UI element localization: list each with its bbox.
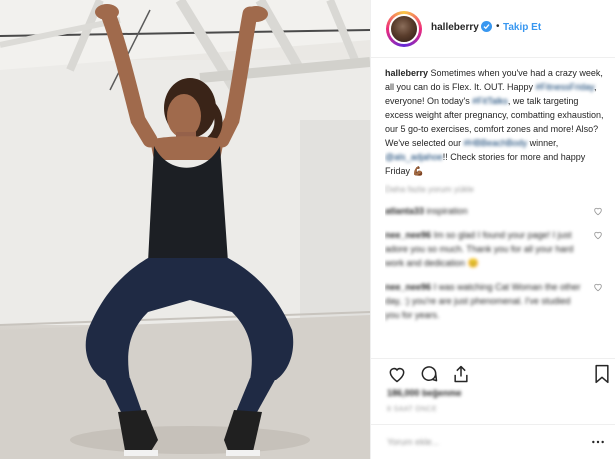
comment-username[interactable]: atlanta33: [385, 206, 424, 216]
caption-username[interactable]: halleberry: [385, 68, 428, 78]
comment-icon[interactable]: [419, 364, 439, 384]
heart-icon[interactable]: [387, 364, 407, 384]
comment-text: inspiration: [426, 206, 468, 216]
comment-item: nee_nee96 Im so glad I found your page! …: [385, 228, 607, 270]
header-separator: •: [496, 21, 500, 32]
follow-button[interactable]: Takip Et: [503, 22, 541, 33]
comment-username[interactable]: nee_nee96: [385, 230, 431, 240]
post-photo[interactable]: [0, 0, 370, 459]
caption-hashtag-fittalks[interactable]: #FitTalks: [472, 96, 508, 106]
comment-username[interactable]: nee_nee96: [385, 282, 431, 292]
caption-mention[interactable]: @als_adjahoe: [385, 152, 443, 162]
likes-count[interactable]: 186,000 beğenme: [387, 388, 462, 398]
post-header: halleberry • Takip Et: [371, 0, 615, 58]
bookmark-icon[interactable]: [593, 364, 611, 384]
caption-hashtag-hbbeachbody[interactable]: #HBBeachBody: [464, 138, 528, 148]
comment-like-heart-icon[interactable]: [593, 230, 603, 240]
more-icon[interactable]: [590, 434, 606, 450]
post-actions-bar: [371, 358, 615, 386]
comment-emoji: 😊: [467, 258, 479, 268]
post-side-panel: halleberry • Takip Et halleberry Sometim…: [370, 0, 615, 459]
comment-item: nee_nee96 I was watching Cat Woman the o…: [385, 280, 607, 322]
comment-item: atlanta33 inspiration: [385, 204, 607, 218]
photo-illustration: [0, 0, 370, 459]
share-icon[interactable]: [451, 364, 471, 384]
post-caption: halleberry Sometimes when you've had a c…: [385, 66, 607, 178]
verified-badge-icon: [481, 21, 492, 32]
add-comment-input[interactable]: Yorum ekle...: [387, 437, 439, 447]
comments-list[interactable]: halleberry Sometimes when you've had a c…: [385, 66, 607, 358]
avatar-image: [389, 14, 419, 44]
load-more-comments-button[interactable]: Daha fazla yorum yükle: [385, 184, 607, 194]
comment-like-heart-icon[interactable]: [593, 282, 603, 292]
author-username[interactable]: halleberry: [431, 22, 479, 33]
caption-hashtag-fitnessfriday[interactable]: #FitnessFriday: [536, 82, 594, 92]
avatar[interactable]: [386, 11, 422, 47]
add-comment-bar: Yorum ekle...: [371, 424, 615, 459]
caption-emoji: 💪🏾: [412, 166, 424, 176]
comment-like-heart-icon[interactable]: [593, 206, 603, 216]
caption-text-4: winner,: [529, 138, 559, 148]
post-timestamp: 8 SAAT ÖNCE: [387, 406, 438, 413]
